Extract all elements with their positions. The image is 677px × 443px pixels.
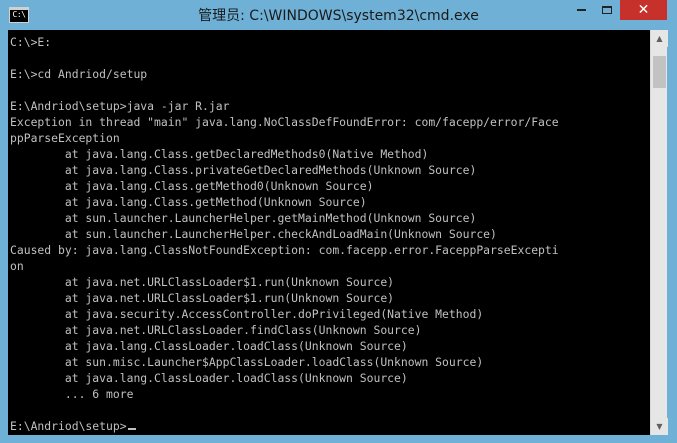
console-line: at java.lang.ClassLoader.loadClass(Unkno… xyxy=(10,338,559,354)
console-line: at java.net.URLClassLoader.findClass(Unk… xyxy=(10,322,559,338)
console-line: ppParseException xyxy=(10,130,559,146)
console-line-text: E:\>cd Andriod/setup xyxy=(10,67,148,81)
console-line: ... 6 more xyxy=(10,386,559,402)
console-line: at java.lang.Class.getDeclaredMethods0(N… xyxy=(10,146,559,162)
cmd-window: 管理员: C:\WINDOWS\system32\cmd.exe C:\ ✕ C… xyxy=(0,0,677,443)
scroll-down-button[interactable]: ▼ xyxy=(651,418,668,435)
minimize-button[interactable] xyxy=(568,0,594,20)
console-line: at sun.misc.Launcher$AppClassLoader.load… xyxy=(10,354,559,370)
console-line: at sun.launcher.LauncherHelper.getMainMe… xyxy=(10,210,559,226)
console-line-text: E:\Andriod\setup>java -jar R.jar xyxy=(10,99,230,113)
maximize-icon xyxy=(602,5,612,14)
console-line-text: E:\Andriod\setup> xyxy=(10,419,127,433)
console-line: Exception in thread "main" java.lang.NoC… xyxy=(10,114,559,130)
vertical-scrollbar[interactable]: ▲ ▼ xyxy=(650,30,668,435)
console-line-text: at sun.launcher.LauncherHelper.getMainMe… xyxy=(10,211,477,225)
console-line: at java.security.AccessController.doPriv… xyxy=(10,306,559,322)
console-line-text: at sun.launcher.LauncherHelper.checkAndL… xyxy=(10,227,497,241)
console-line: C:\>E: xyxy=(10,34,559,50)
console-line: E:\Andriod\setup>java -jar R.jar xyxy=(10,98,559,114)
console-text: C:\>E: E:\>cd Andriod/setup E:\Andriod\set… xyxy=(10,34,559,434)
minimize-icon xyxy=(576,8,586,11)
cmd-console-icon[interactable]: C:\ xyxy=(9,7,29,23)
console-line-text: C:\>E: xyxy=(10,35,52,49)
console-line-text: at java.net.URLClassLoader$1.run(Unknown… xyxy=(10,291,395,305)
console-line: at java.net.URLClassLoader$1.run(Unknown… xyxy=(10,290,559,306)
console-line: Caused by: java.lang.ClassNotFoundExcept… xyxy=(10,242,559,258)
console-line-text: Caused by: java.lang.ClassNotFoundExcept… xyxy=(10,243,559,257)
console-line-text: at java.lang.ClassLoader.loadClass(Unkno… xyxy=(10,371,408,385)
console-line: at sun.launcher.LauncherHelper.checkAndL… xyxy=(10,226,559,242)
console-line-text: ... 6 more xyxy=(10,387,134,401)
console-line: at java.lang.Class.getMethod0(Unknown So… xyxy=(10,178,559,194)
scrollbar-thumb[interactable] xyxy=(653,56,666,88)
title-bar[interactable]: 管理员: C:\WINDOWS\system32\cmd.exe C:\ ✕ xyxy=(0,0,677,30)
console-line-text: at java.lang.ClassLoader.loadClass(Unkno… xyxy=(10,339,408,353)
maximize-button[interactable] xyxy=(594,0,620,20)
scroll-up-button[interactable]: ▲ xyxy=(651,30,668,47)
console-line-text: at java.net.URLClassLoader.findClass(Unk… xyxy=(10,323,422,337)
console-line-text: ppParseException xyxy=(10,131,120,145)
console-line: E:\Andriod\setup> xyxy=(10,418,559,434)
console-line-text: at java.net.URLClassLoader$1.run(Unknown… xyxy=(10,275,395,289)
console-line-text: at java.lang.Class.getDeclaredMethods0(N… xyxy=(10,147,429,161)
arrow-up-icon: ▲ xyxy=(656,34,663,43)
console-line: at java.lang.Class.getMethod(Unknown Sou… xyxy=(10,194,559,210)
close-icon: ✕ xyxy=(637,2,650,18)
close-button[interactable]: ✕ xyxy=(620,0,667,20)
text-cursor xyxy=(127,428,136,430)
console-line-text: at java.lang.Class.getMethod(Unknown Sou… xyxy=(10,195,367,209)
console-line-text: Exception in thread "main" java.lang.NoC… xyxy=(10,115,559,129)
console-line-text: at java.security.AccessController.doPriv… xyxy=(10,307,484,321)
console-output[interactable]: C:\>E: E:\>cd Andriod/setup E:\Andriod\set… xyxy=(8,30,650,435)
console-line: at java.lang.Class.privateGetDeclaredMet… xyxy=(10,162,559,178)
console-line-text: at java.lang.Class.getMethod0(Unknown So… xyxy=(10,179,374,193)
console-line: on xyxy=(10,258,559,274)
arrow-down-icon: ▼ xyxy=(656,422,663,431)
console-line: at java.net.URLClassLoader$1.run(Unknown… xyxy=(10,274,559,290)
console-line-text: at java.lang.Class.privateGetDeclaredMet… xyxy=(10,163,477,177)
console-line: at java.lang.ClassLoader.loadClass(Unkno… xyxy=(10,370,559,386)
console-line: E:\>cd Andriod/setup xyxy=(10,66,559,82)
console-line-text: at sun.misc.Launcher$AppClassLoader.load… xyxy=(10,355,484,369)
console-line-text: on xyxy=(10,259,24,273)
